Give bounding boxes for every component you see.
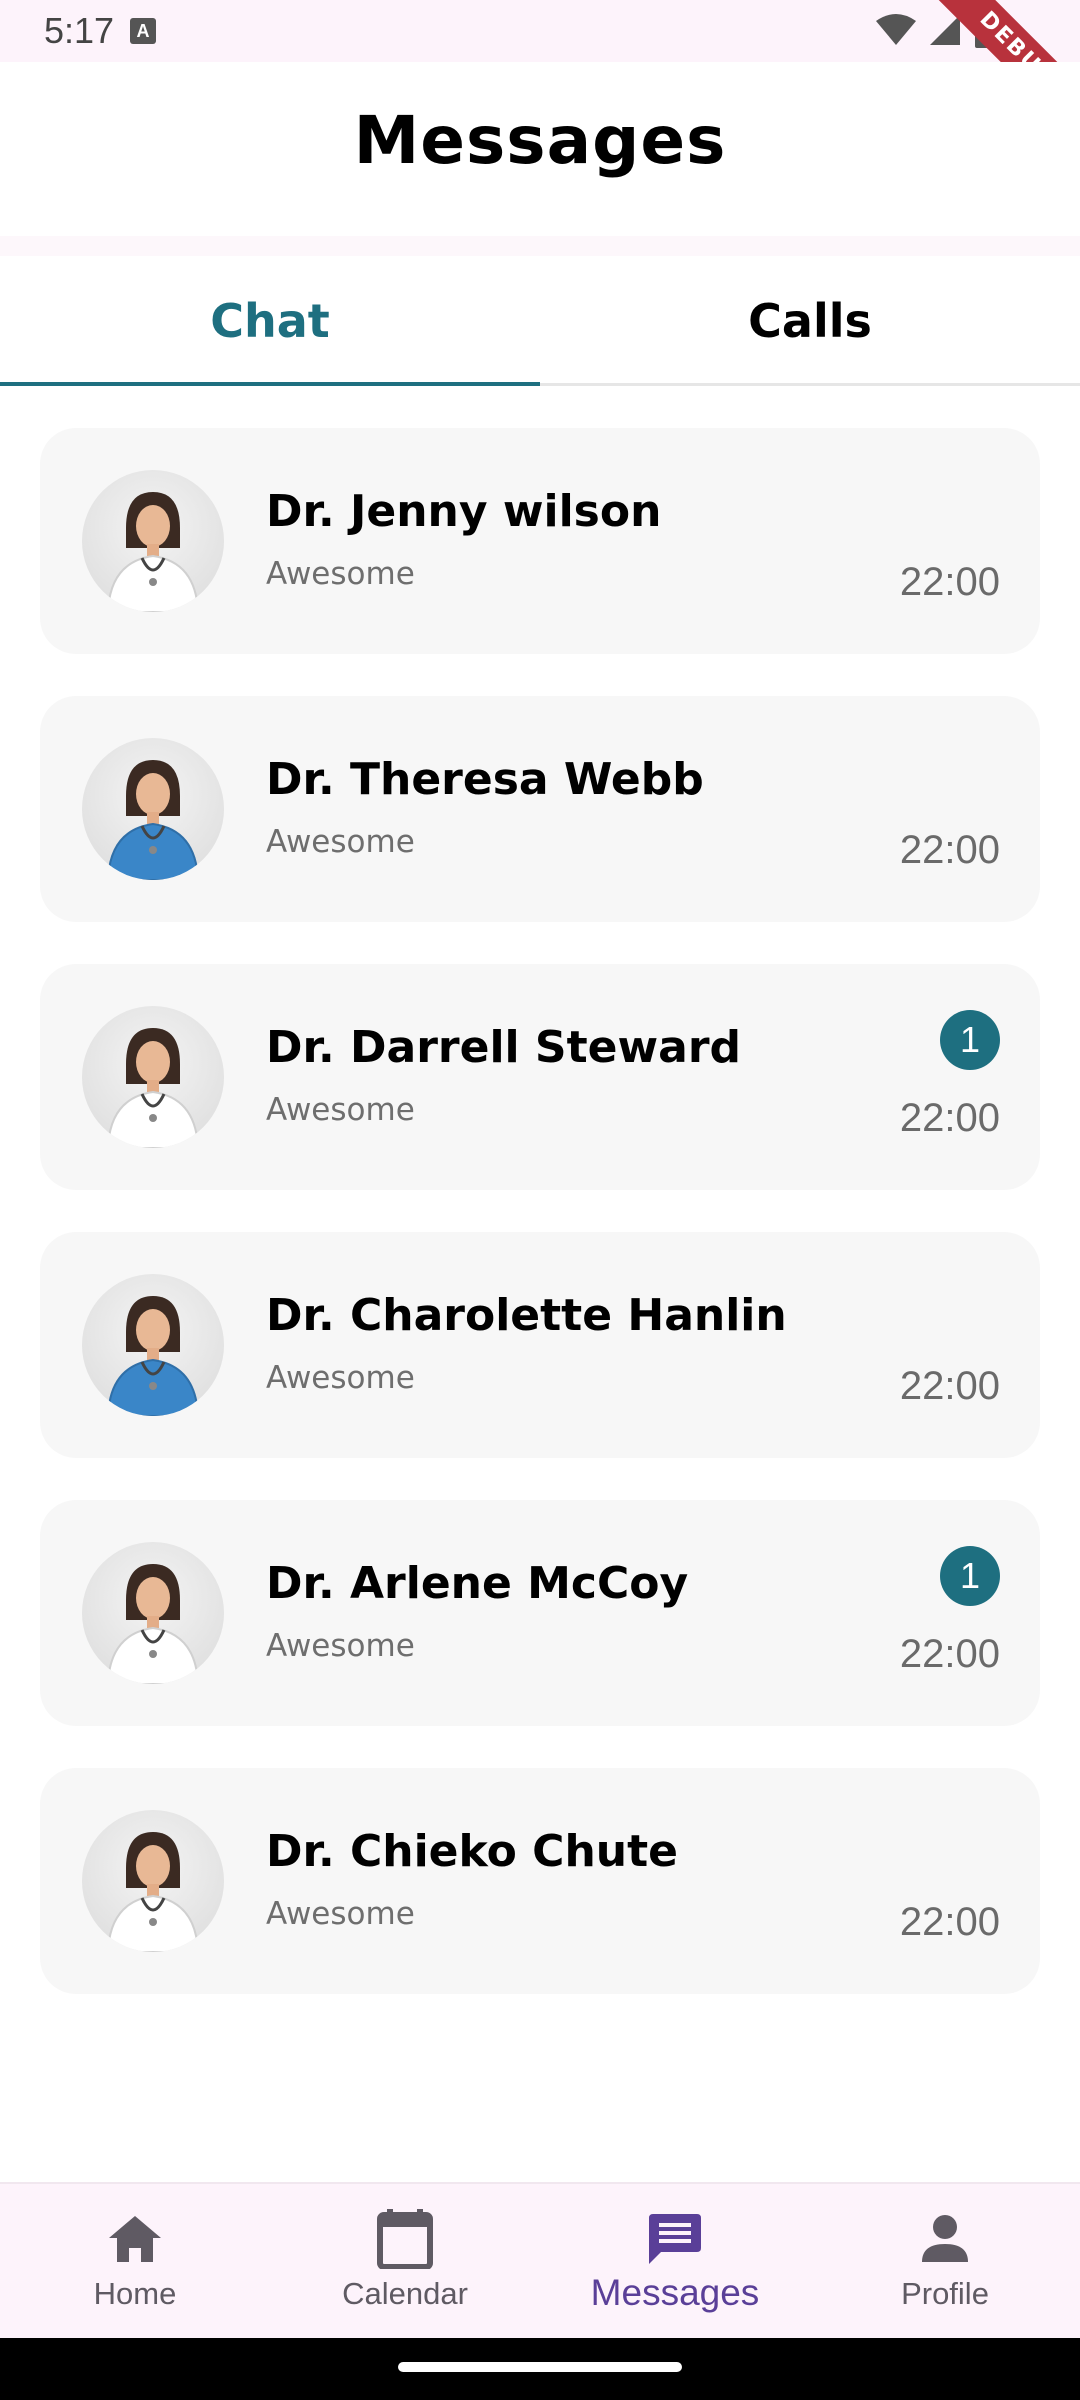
- message-time: 22:00: [899, 1900, 1000, 1944]
- message-time: 22:00: [899, 1632, 1000, 1676]
- chat-item[interactable]: Dr. Theresa Webb Awesome 22:00: [40, 696, 1040, 922]
- status-bar: 5:17 A DEBUG: [0, 0, 1080, 146]
- message-time: 22:00: [899, 828, 1000, 872]
- last-message: Awesome: [266, 1896, 415, 1932]
- doctor-name: Dr. Charolette Hanlin: [266, 1290, 787, 1341]
- doctor-name: Dr. Jenny wilson: [266, 486, 662, 537]
- doctor-name: Dr. Chieko Chute: [266, 1826, 678, 1877]
- doctor-avatar: [82, 1542, 224, 1684]
- message-time: 22:00: [899, 560, 1000, 604]
- nav-home-label: Home: [93, 2276, 177, 2311]
- chat-item[interactable]: Dr. Arlene McCoy Awesome 22:00 1: [40, 1500, 1040, 1726]
- nav-profile-label: Profile: [901, 2276, 989, 2311]
- doctor-name: Dr. Darrell Steward: [266, 1022, 742, 1073]
- person-icon: [920, 2208, 970, 2270]
- wifi-icon: [876, 13, 916, 52]
- nav-calendar[interactable]: Calendar: [270, 2184, 540, 2340]
- nav-messages-label: Messages: [590, 2272, 760, 2313]
- tab-bar: Chat Calls: [0, 256, 1080, 386]
- message-icon: [647, 2208, 703, 2270]
- doctor-name: Dr. Arlene McCoy: [266, 1558, 689, 1609]
- nav-calendar-label: Calendar: [342, 2276, 468, 2311]
- main-content: Chat Calls Dr. Jenny wilson Awesome 22:0…: [0, 256, 1080, 2182]
- bottom-navigation: Home Calendar Messages Profile: [0, 2182, 1080, 2338]
- doctor-avatar: [82, 1810, 224, 1952]
- chat-list: Dr. Jenny wilson Awesome 22:00 Dr. There…: [40, 428, 1040, 2036]
- nav-messages[interactable]: Messages: [540, 2184, 810, 2340]
- chat-item[interactable]: Dr. Charolette Hanlin Awesome 22:00: [40, 1232, 1040, 1458]
- doctor-avatar: [82, 470, 224, 612]
- message-time: 22:00: [899, 1364, 1000, 1408]
- doctor-avatar: [82, 1274, 224, 1416]
- tab-indicator: [0, 382, 540, 386]
- tab-chat[interactable]: Chat: [0, 256, 540, 386]
- keyboard-indicator-icon: A: [130, 18, 156, 44]
- last-message: Awesome: [266, 556, 415, 592]
- chat-item[interactable]: Dr. Darrell Steward Awesome 22:00 1: [40, 964, 1040, 1190]
- gesture-handle[interactable]: [398, 2362, 682, 2372]
- doctor-avatar: [82, 1006, 224, 1148]
- doctor-name: Dr. Theresa Webb: [266, 754, 704, 805]
- status-time: 5:17: [44, 10, 115, 51]
- doctor-avatar: [82, 738, 224, 880]
- last-message: Awesome: [266, 1360, 415, 1396]
- calendar-icon: [377, 2208, 433, 2270]
- last-message: Awesome: [266, 824, 415, 860]
- app-header: Messages: [0, 62, 1080, 236]
- tab-calls[interactable]: Calls: [540, 256, 1080, 386]
- home-icon: [107, 2208, 163, 2270]
- chat-item[interactable]: Dr. Jenny wilson Awesome 22:00: [40, 428, 1040, 654]
- nav-home[interactable]: Home: [0, 2184, 270, 2340]
- chat-item[interactable]: Dr. Chieko Chute Awesome 22:00: [40, 1768, 1040, 1994]
- nav-profile[interactable]: Profile: [810, 2184, 1080, 2340]
- message-time: 22:00: [899, 1096, 1000, 1140]
- page-title: Messages: [353, 102, 727, 179]
- last-message: Awesome: [266, 1628, 415, 1664]
- last-message: Awesome: [266, 1092, 415, 1128]
- unread-badge: 1: [940, 1010, 1000, 1070]
- unread-badge: 1: [940, 1546, 1000, 1606]
